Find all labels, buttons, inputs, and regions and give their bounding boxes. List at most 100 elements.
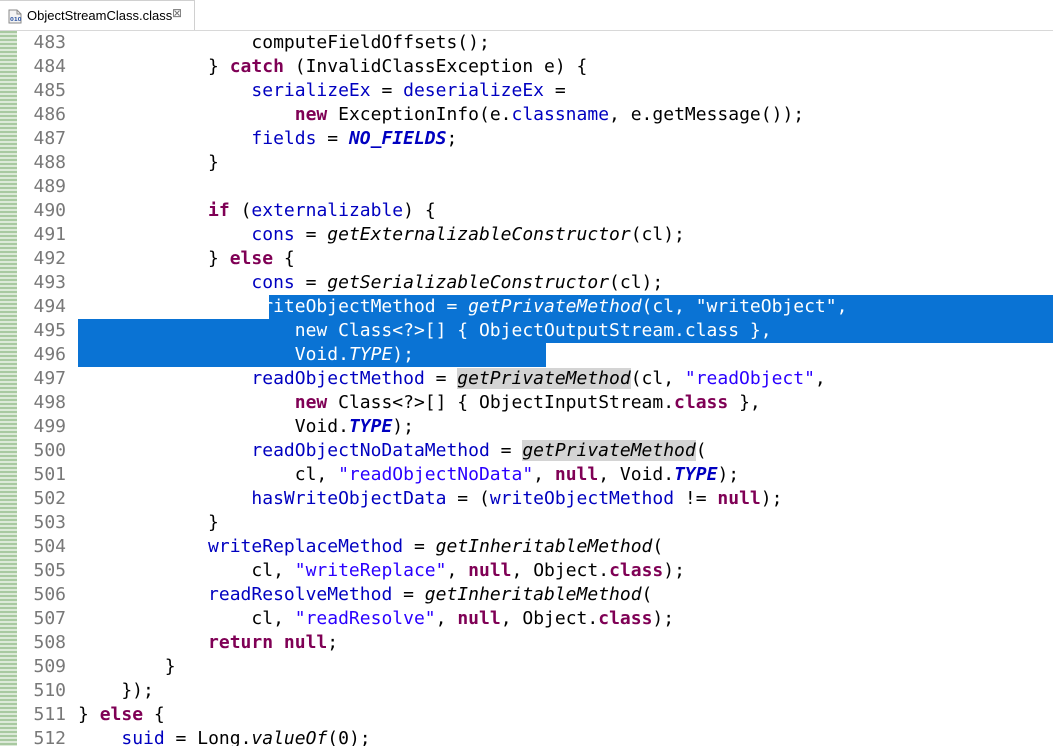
code-token: (cl, "writeObject", <box>641 296 848 317</box>
code-token: = <box>370 80 404 101</box>
editor-tab[interactable]: 010 ObjectStreamClass.class ⊠ <box>0 0 195 30</box>
code-line[interactable]: 489 <box>19 175 1053 199</box>
code-line[interactable]: 490 if (externalizable) { <box>19 199 1053 223</box>
code-token: Class<?>[] { ObjectInputStream. <box>327 392 675 413</box>
code-token: = <box>424 368 458 389</box>
code-token: else <box>229 248 274 269</box>
code-token: suid <box>121 728 165 746</box>
code-token: , Void. <box>598 464 675 485</box>
code-line[interactable]: 494 writeObjectMethod = getPrivateMethod… <box>19 295 1053 319</box>
code-token: ( <box>695 440 707 461</box>
code-line[interactable]: 493 cons = getSerializableConstructor(cl… <box>19 271 1053 295</box>
code-token: }); <box>78 680 154 701</box>
line-number: 488 <box>33 152 66 173</box>
code-line[interactable]: 497 readObjectMethod = getPrivateMethod(… <box>19 367 1053 391</box>
code-line[interactable]: 498 new Class<?>[] { ObjectInputStream.c… <box>19 391 1053 415</box>
code-line[interactable]: 507 cl, "readResolve", null, Object.clas… <box>19 607 1053 631</box>
code-line[interactable]: 506 readResolveMethod = getInheritableMe… <box>19 583 1053 607</box>
code-token: = <box>544 80 566 101</box>
code-line[interactable]: 508 return null; <box>19 631 1053 655</box>
code-token: ; <box>327 632 339 653</box>
line-number: 509 <box>33 656 66 677</box>
code-token: = <box>294 224 328 245</box>
code-token: } <box>78 248 230 269</box>
code-line[interactable]: 486 new ExceptionInfo(e.classname, e.get… <box>19 103 1053 127</box>
code-text: } else { <box>78 247 295 271</box>
code-line[interactable]: 504 writeReplaceMethod = getInheritableM… <box>19 535 1053 559</box>
code-token: class <box>674 392 729 413</box>
line-number: 492 <box>33 248 66 269</box>
code-line[interactable]: 495 new Class<?>[] { ObjectOutputStream.… <box>19 319 1053 343</box>
code-text: computeFieldOffsets(); <box>78 31 490 55</box>
code-line[interactable]: 511} else { <box>19 703 1053 727</box>
code-token: new <box>294 104 328 125</box>
code-line[interactable]: 502 hasWriteObjectData = (writeObjectMet… <box>19 487 1053 511</box>
code-token: Void. <box>78 416 349 437</box>
code-token: writeObjectMethod = <box>78 296 469 317</box>
code-line[interactable]: 503 } <box>19 511 1053 535</box>
code-token: externalizable <box>251 200 404 221</box>
code-token: class <box>598 608 653 629</box>
close-icon[interactable]: ⊠ <box>172 6 182 20</box>
code-token: getInheritableMethod <box>424 584 642 605</box>
line-number: 499 <box>33 416 66 437</box>
code-text: readObjectNoDataMethod = getPrivateMetho… <box>78 439 707 463</box>
code-token: serializeEx <box>251 80 371 101</box>
code-line[interactable]: 512 suid = Long.valueOf(0); <box>19 727 1053 746</box>
code-line[interactable]: 483 computeFieldOffsets(); <box>19 31 1053 55</box>
code-text: readObjectMethod = getPrivateMethod(cl, … <box>78 367 826 391</box>
code-token: Void. <box>78 344 349 365</box>
line-number: 508 <box>33 632 66 653</box>
code-token: getPrivateMethod <box>457 368 631 389</box>
code-token: }, <box>728 392 761 413</box>
code-line[interactable]: 499 Void.TYPE); <box>19 415 1053 439</box>
code-token: cons <box>251 272 295 293</box>
line-number: 510 <box>33 680 66 701</box>
code-line[interactable]: 509 } <box>19 655 1053 679</box>
code-token: ); <box>392 416 414 437</box>
line-number: 489 <box>33 176 66 197</box>
code-token: NO_FIELDS <box>348 128 447 149</box>
line-number: 500 <box>33 440 66 461</box>
code-editor[interactable]: 483 computeFieldOffsets(); 484 } catch (I… <box>19 31 1053 746</box>
code-line[interactable]: 492 } else { <box>19 247 1053 271</box>
code-line[interactable]: 491 cons = getExternalizableConstructor(… <box>19 223 1053 247</box>
code-token: = Long. <box>164 728 252 746</box>
code-line[interactable]: 496 Void.TYPE); <box>19 343 1053 367</box>
code-token: hasWriteObjectData <box>251 488 447 509</box>
code-token: readObjectNoDataMethod <box>251 440 490 461</box>
code-token: ); <box>392 344 414 365</box>
code-token: TYPE <box>348 416 393 437</box>
code-text: cl, "writeReplace", null, Object.class); <box>78 559 685 583</box>
code-token: } <box>78 512 219 533</box>
code-token: getInheritableMethod <box>435 536 653 557</box>
code-token: fields <box>251 128 317 149</box>
code-token: } <box>78 152 219 173</box>
line-number: 486 <box>33 104 66 125</box>
code-token: = <box>294 272 328 293</box>
line-number: 491 <box>33 224 66 245</box>
code-token: } <box>78 704 100 725</box>
code-line[interactable]: 505 cl, "writeReplace", null, Object.cla… <box>19 559 1053 583</box>
code-token: ( <box>652 536 664 557</box>
code-line[interactable]: 501 cl, "readObjectNoData", null, Void.T… <box>19 463 1053 487</box>
code-line[interactable]: 488 } <box>19 151 1053 175</box>
code-text: } else { <box>78 703 165 727</box>
code-token: != <box>674 488 718 509</box>
code-line[interactable]: 500 readObjectNoDataMethod = getPrivateM… <box>19 439 1053 463</box>
code-token: catch <box>229 56 284 77</box>
code-token: computeFieldOffsets(); <box>78 32 490 53</box>
code-line[interactable]: 487 fields = NO_FIELDS; <box>19 127 1053 151</box>
code-line[interactable]: 484 } catch (InvalidClassException e) { <box>19 55 1053 79</box>
code-text: return null; <box>78 631 338 655</box>
code-line[interactable]: 485 serializeEx = deserializeEx = <box>19 79 1053 103</box>
line-number: 487 <box>33 128 66 149</box>
code-token: new Class<?>[] { ObjectOutputStream.clas… <box>78 320 772 341</box>
code-line[interactable]: 510 }); <box>19 679 1053 703</box>
